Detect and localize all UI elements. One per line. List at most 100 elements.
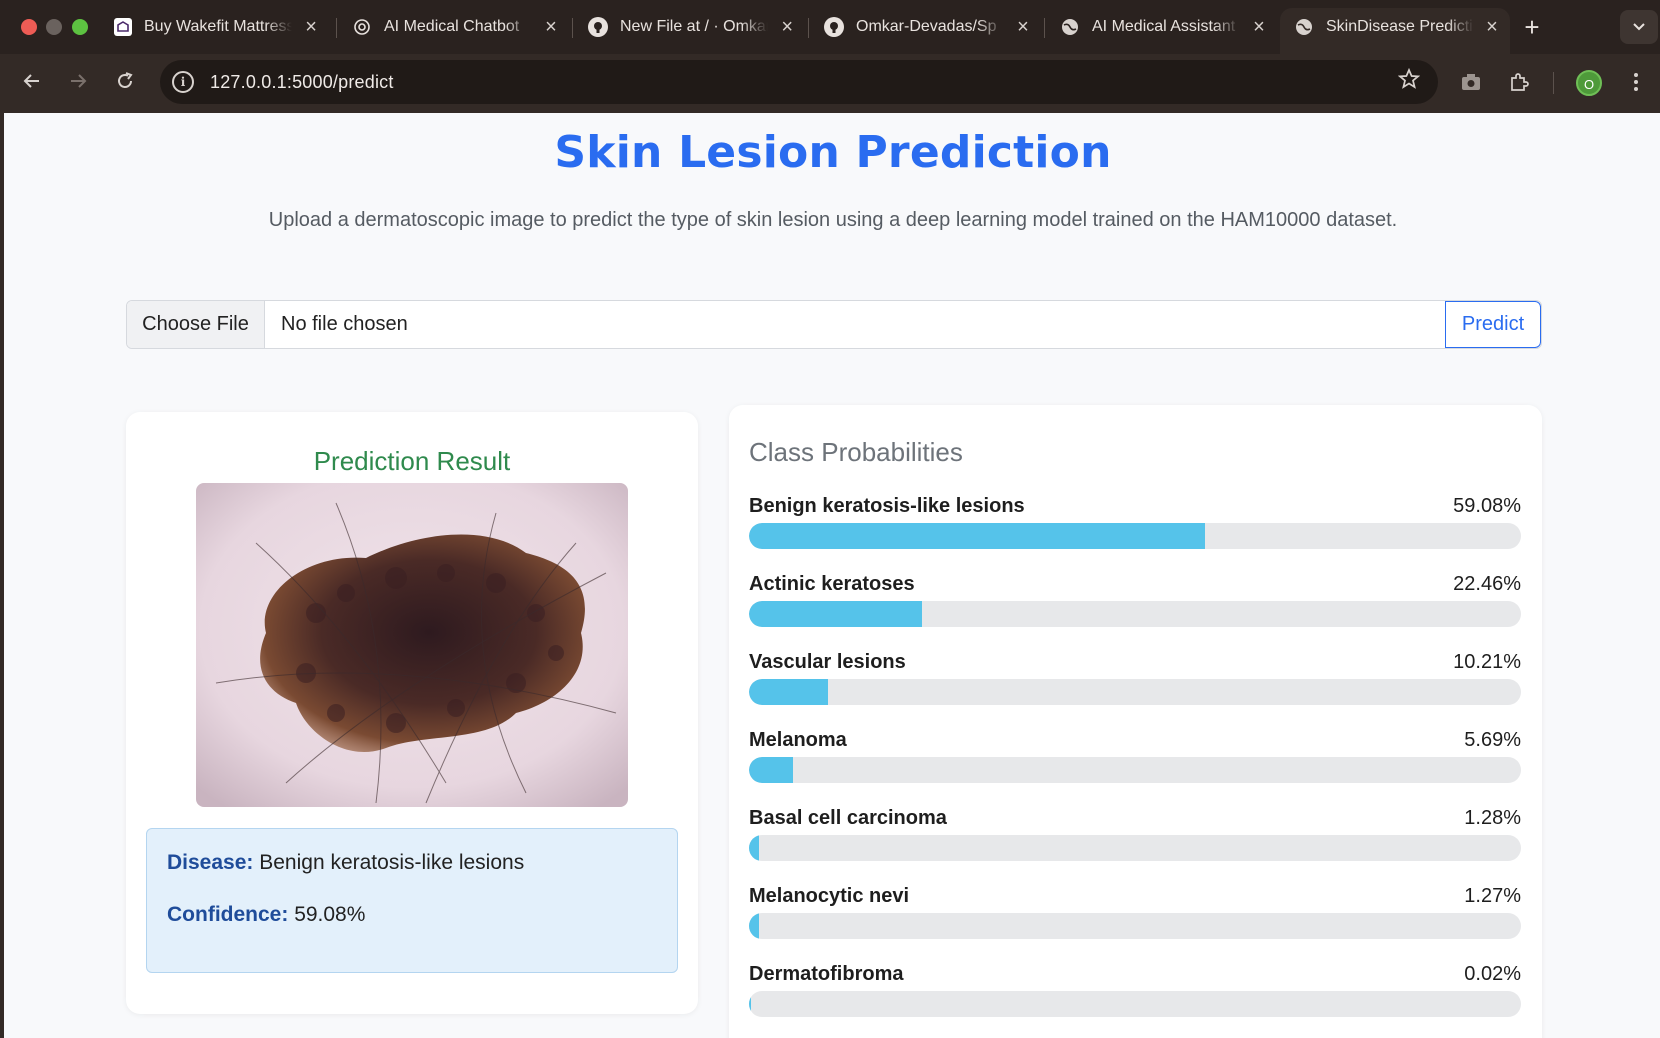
close-icon[interactable]: × <box>302 16 320 39</box>
close-icon[interactable]: × <box>542 16 560 39</box>
tab-wakefit[interactable]: Buy Wakefit Mattress × <box>100 8 330 46</box>
tab-github-new-file[interactable]: New File at / · Omkar × <box>574 8 806 46</box>
profile-avatar[interactable]: O <box>1576 70 1602 96</box>
tab-title: Omkar-Devadas/Sp <box>856 18 997 35</box>
choose-file-button[interactable]: Choose File <box>127 301 265 348</box>
github-icon <box>824 17 844 37</box>
close-icon[interactable]: × <box>1484 16 1500 39</box>
probability-bar-fill <box>749 913 760 939</box>
tab-title: AI Medical Assistant <box>1092 18 1236 35</box>
probability-row: Melanoma 5.69% <box>749 729 1521 789</box>
prediction-summary-box: Disease: Benign keratosis-like lesions C… <box>146 828 678 973</box>
disease-value: Benign keratosis-like lesions <box>259 851 525 874</box>
forward-button[interactable] <box>64 67 92 95</box>
tab-search-button[interactable] <box>1620 10 1658 44</box>
probability-bar-fill <box>749 991 752 1017</box>
window-edge <box>0 113 4 1038</box>
url-text[interactable]: 127.0.0.1:5000/predict <box>210 72 394 93</box>
probability-value: 1.28% <box>1464 807 1521 829</box>
probability-value: 59.08% <box>1453 495 1521 517</box>
probability-label: Vascular lesions <box>749 651 906 673</box>
prediction-result-card: Prediction Result Disease: Benign kerato… <box>126 412 698 1014</box>
reload-button[interactable] <box>111 67 139 95</box>
probability-bar-track <box>749 991 1521 1017</box>
file-status-text: No file chosen <box>281 313 408 335</box>
probability-row: Melanocytic nevi 1.27% <box>749 885 1521 945</box>
tab-ai-medical-chatbot[interactable]: AI Medical Chatbot × <box>338 8 570 46</box>
tab-divider <box>336 18 337 38</box>
probability-row: Basal cell carcinoma 1.28% <box>749 807 1521 867</box>
probability-bar-fill <box>749 601 923 627</box>
predict-button[interactable]: Predict <box>1445 301 1541 348</box>
probability-row: Actinic keratoses 22.46% <box>749 573 1521 633</box>
page-subtitle: Upload a dermatoscopic image to predict … <box>268 209 1398 231</box>
probability-bar-fill <box>749 523 1206 549</box>
probability-row: Benign keratosis-like lesions 59.08% <box>749 495 1521 555</box>
close-window-button[interactable] <box>21 19 37 35</box>
probability-label: Dermatofibroma <box>749 963 904 985</box>
tab-divider <box>1044 18 1045 38</box>
back-button[interactable] <box>18 67 46 95</box>
camera-icon[interactable] <box>1457 68 1485 96</box>
minimize-window-button[interactable] <box>46 19 62 35</box>
probability-label: Melanocytic nevi <box>749 885 910 907</box>
upload-form: Choose File No file chosen Predict <box>126 300 1542 349</box>
openai-icon <box>352 17 372 37</box>
disease-label: Disease: <box>167 851 254 874</box>
probability-row: Dermatofibroma 0.02% <box>749 963 1521 1023</box>
menu-kebab-icon[interactable] <box>1622 68 1650 96</box>
probability-bar-track <box>749 679 1521 705</box>
confidence-line: Confidence: 59.08% <box>167 903 365 927</box>
site-info-icon[interactable]: i <box>172 71 194 93</box>
toolbar-divider <box>1553 72 1554 94</box>
probability-label: Melanoma <box>749 729 847 751</box>
tab-ai-medical-assistant[interactable]: AI Medical Assistant × <box>1046 8 1278 46</box>
tab-skindisease-prediction[interactable]: SkinDisease Prediction × <box>1280 8 1510 54</box>
extensions-icon[interactable] <box>1505 68 1533 96</box>
probability-label: Actinic keratoses <box>749 573 915 595</box>
confidence-label: Confidence: <box>167 903 289 926</box>
tab-divider <box>808 18 809 38</box>
probability-bar-fill <box>749 835 760 861</box>
tab-divider <box>572 18 573 38</box>
page-title: Skin Lesion Prediction <box>554 127 1112 178</box>
address-bar[interactable]: i 127.0.0.1:5000/predict <box>160 60 1438 104</box>
probability-bar-track <box>749 913 1521 939</box>
close-icon[interactable]: × <box>1014 16 1032 39</box>
browser-chrome: Buy Wakefit Mattress × AI Medical Chatbo… <box>0 0 1660 113</box>
probability-bar-fill <box>749 679 828 705</box>
tab-title: Buy Wakefit Mattress <box>144 18 293 35</box>
confidence-value: 59.08% <box>294 903 366 926</box>
close-icon[interactable]: × <box>778 16 796 39</box>
lesion-image <box>196 483 628 807</box>
wakefit-icon <box>114 18 132 36</box>
globe-icon <box>1294 17 1314 37</box>
tab-title: SkinDisease Prediction <box>1326 18 1474 35</box>
probability-value: 22.46% <box>1453 573 1521 595</box>
github-icon <box>588 17 608 37</box>
probability-bar-track <box>749 601 1521 627</box>
disease-line: Disease: Benign keratosis-like lesions <box>167 851 524 875</box>
tab-github-repo[interactable]: Omkar-Devadas/Sp × <box>810 8 1042 46</box>
close-icon[interactable]: × <box>1250 16 1268 39</box>
new-tab-button[interactable]: + <box>1518 12 1546 43</box>
probability-bar-track <box>749 757 1521 783</box>
probability-value: 1.27% <box>1464 885 1521 907</box>
probability-value: 5.69% <box>1464 729 1521 751</box>
tab-title: AI Medical Chatbot <box>384 18 520 35</box>
probability-bar-track <box>749 523 1521 549</box>
globe-icon <box>1060 17 1080 37</box>
probability-label: Benign keratosis-like lesions <box>749 495 1025 517</box>
tab-title: New File at / · Omkar <box>620 18 769 35</box>
probability-bar-fill <box>749 757 793 783</box>
page-content: Skin Lesion Prediction Upload a dermatos… <box>0 113 1660 1038</box>
probability-label: Basal cell carcinoma <box>749 807 947 829</box>
bookmark-star-icon[interactable] <box>1397 67 1421 96</box>
probability-value: 10.21% <box>1453 651 1521 673</box>
class-probabilities-heading: Class Probabilities <box>749 437 963 467</box>
prediction-result-heading: Prediction Result <box>313 446 511 476</box>
class-probabilities-card: Class Probabilities Benign keratosis-lik… <box>729 405 1542 1038</box>
probability-value: 0.02% <box>1464 963 1521 985</box>
probability-bar-track <box>749 835 1521 861</box>
maximize-window-button[interactable] <box>72 19 88 35</box>
